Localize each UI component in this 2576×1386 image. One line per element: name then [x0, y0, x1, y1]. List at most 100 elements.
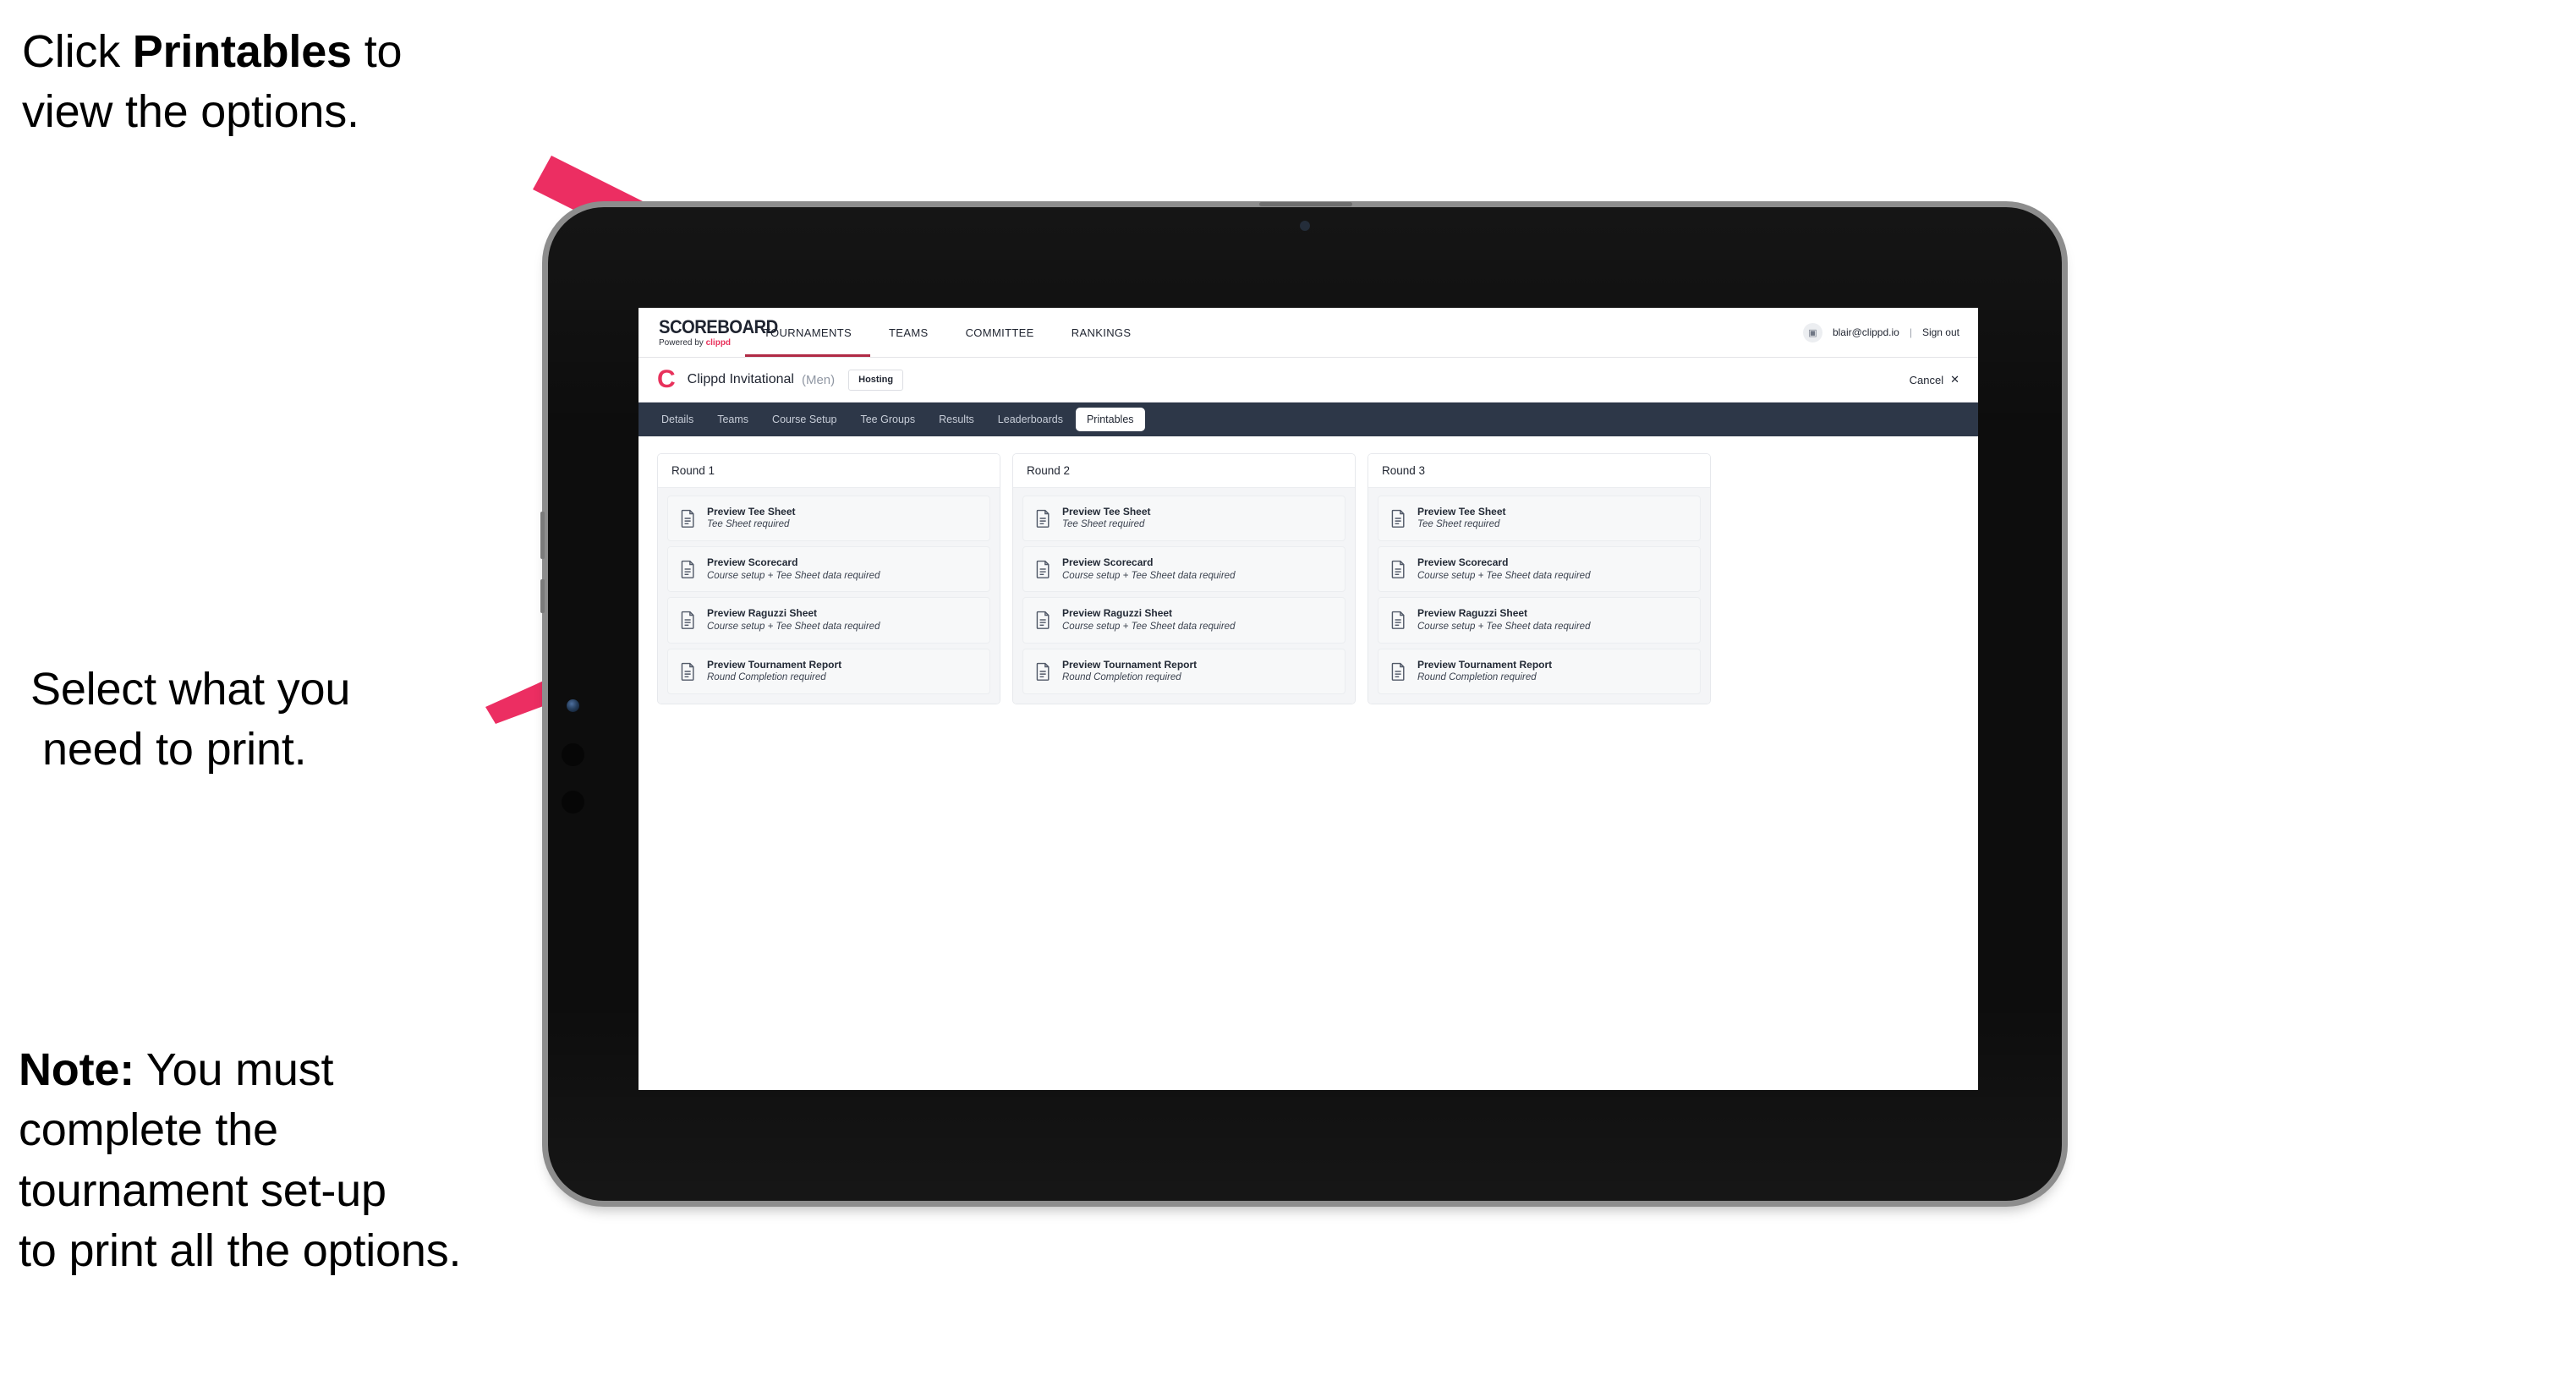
list-item[interactable]: Preview Tournament Report Round Completi…	[1022, 648, 1346, 694]
list-item[interactable]: Preview Tee Sheet Tee Sheet required	[1378, 496, 1701, 542]
annotation-click-suffix: to	[351, 26, 403, 77]
device-bezel-notch-lower	[540, 579, 545, 613]
list-item-text: Preview Tournament Report Round Completi…	[1417, 659, 1552, 684]
document-icon	[1391, 662, 1405, 681]
cancel-label: Cancel	[1909, 373, 1944, 386]
account-separator: |	[1909, 326, 1912, 338]
tab-teams[interactable]: Teams	[706, 408, 759, 431]
list-item-title: Preview Scorecard	[707, 556, 798, 569]
document-icon	[1036, 509, 1050, 529]
document-icon	[681, 509, 694, 529]
device-bezel-notch-upper	[540, 512, 545, 559]
account-email: blair@clippd.io	[1832, 326, 1899, 338]
list-item-title: Preview Tee Sheet	[1062, 506, 1151, 518]
document-icon	[681, 561, 694, 579]
tablet-device: SCOREBOARD Powered by clippd TOURNAMENTS…	[540, 202, 2062, 1201]
tab-tee-groups[interactable]: Tee Groups	[849, 408, 926, 431]
scoreboard-wordmark: SCOREBOARD	[659, 315, 778, 337]
sign-out-link[interactable]: Sign out	[1922, 326, 1959, 338]
list-item-subtitle: Course setup + Tee Sheet data required	[707, 621, 880, 632]
list-item-subtitle: Round Completion required	[707, 671, 826, 682]
tab-leaderboards[interactable]: Leaderboards	[987, 408, 1074, 431]
list-item[interactable]: Preview Scorecard Course setup + Tee She…	[667, 546, 990, 593]
tab-results[interactable]: Results	[928, 408, 985, 431]
nav-item-tournaments[interactable]: TOURNAMENTS	[745, 308, 871, 357]
list-item-title: Preview Tee Sheet	[1417, 506, 1506, 518]
list-item-title: Preview Tournament Report	[1417, 658, 1553, 671]
list-item-text: Preview Scorecard Course setup + Tee She…	[707, 556, 880, 582]
round-items-list: Preview Tee Sheet Tee Sheet required Pre…	[1013, 488, 1355, 704]
annotation-click-line2: view the options.	[22, 86, 359, 138]
list-item-text: Preview Tournament Report Round Completi…	[1062, 659, 1197, 684]
annotation-note-line1: You must	[134, 1044, 334, 1095]
list-item-subtitle: Round Completion required	[1417, 671, 1537, 682]
powered-by-prefix: Powered by	[659, 337, 706, 348]
avatar[interactable]: ▣	[1802, 322, 1822, 342]
list-item-subtitle: Course setup + Tee Sheet data required	[1062, 570, 1236, 581]
device-speaker	[1259, 202, 1353, 206]
list-item[interactable]: Preview Tee Sheet Tee Sheet required	[667, 496, 990, 542]
list-item-text: Preview Tee Sheet Tee Sheet required	[1417, 506, 1506, 531]
device-front-camera-icon	[1300, 221, 1310, 231]
list-item-subtitle: Round Completion required	[1062, 671, 1181, 682]
annotation-select-print: Select what you need to print.	[30, 660, 555, 781]
list-item[interactable]: Preview Raguzzi Sheet Course setup + Tee…	[1022, 597, 1346, 644]
list-item-title: Preview Raguzzi Sheet	[1062, 607, 1173, 620]
list-item[interactable]: Preview Raguzzi Sheet Course setup + Tee…	[667, 597, 990, 644]
nav-item-rankings[interactable]: RANKINGS	[1053, 308, 1150, 357]
list-item-title: Preview Raguzzi Sheet	[707, 607, 818, 620]
nav-item-teams[interactable]: TEAMS	[870, 308, 947, 357]
round-title: Round 2	[1013, 454, 1355, 488]
list-item-subtitle: Tee Sheet required	[707, 519, 790, 530]
app-screen: SCOREBOARD Powered by clippd TOURNAMENTS…	[639, 308, 1978, 1090]
clippd-logo-icon: C	[657, 365, 676, 393]
list-item[interactable]: Preview Scorecard Course setup + Tee She…	[1378, 546, 1701, 593]
list-item-title: Preview Tournament Report	[1062, 658, 1198, 671]
list-item-text: Preview Scorecard Course setup + Tee She…	[1062, 556, 1235, 582]
scoreboard-logo[interactable]: SCOREBOARD Powered by clippd	[639, 308, 778, 357]
list-item-subtitle: Course setup + Tee Sheet data required	[1062, 621, 1236, 632]
list-item-title: Preview Scorecard	[1062, 556, 1154, 569]
clippd-brand-word: clippd	[705, 337, 732, 348]
list-item[interactable]: Preview Scorecard Course setup + Tee She…	[1022, 546, 1346, 593]
document-icon	[1036, 561, 1050, 579]
document-icon	[1391, 611, 1405, 630]
annotation-note-bold: Note:	[19, 1044, 134, 1095]
section-tab-bar: Details Teams Course Setup Tee Groups Re…	[639, 403, 1978, 436]
document-icon	[1036, 662, 1050, 681]
list-item-text: Preview Scorecard Course setup + Tee She…	[1417, 556, 1590, 582]
close-icon: ✕	[1950, 373, 1959, 386]
list-item-text: Preview Raguzzi Sheet Course setup + Tee…	[707, 607, 880, 633]
tab-details[interactable]: Details	[650, 408, 704, 431]
device-volume-up-button[interactable]	[562, 743, 584, 766]
powered-by-clippd: Powered by clippd	[659, 337, 731, 348]
tournament-bar: C Clippd Invitational (Men) Hosting Canc…	[639, 358, 1978, 403]
document-icon	[681, 611, 694, 630]
annotation-click-bold: Printables	[132, 26, 352, 77]
list-item-subtitle: Tee Sheet required	[1062, 519, 1145, 530]
list-item-text: Preview Tournament Report Round Completi…	[707, 659, 841, 684]
list-item[interactable]: Preview Tournament Report Round Completi…	[1378, 648, 1701, 694]
tab-printables[interactable]: Printables	[1075, 408, 1145, 431]
list-item[interactable]: Preview Tee Sheet Tee Sheet required	[1022, 496, 1346, 542]
round-card: Round 3 Preview Tee Sheet Tee Sheet requ…	[1367, 453, 1711, 704]
tournament-name: Clippd Invitational	[687, 372, 794, 386]
list-item-subtitle: Course setup + Tee Sheet data required	[707, 570, 880, 581]
annotation-select-line1: Select what you	[30, 664, 351, 715]
round-card: Round 2 Preview Tee Sheet Tee Sheet requ…	[1012, 453, 1356, 704]
device-side-camera-icon	[567, 699, 579, 712]
list-item-subtitle: Course setup + Tee Sheet data required	[1417, 570, 1591, 581]
account-area: ▣ blair@clippd.io | Sign out	[1802, 308, 1978, 357]
list-item[interactable]: Preview Tournament Report Round Completi…	[667, 648, 990, 694]
list-item-subtitle: Course setup + Tee Sheet data required	[1417, 621, 1591, 632]
list-item-subtitle: Tee Sheet required	[1417, 519, 1500, 530]
cancel-button[interactable]: Cancel ✕	[1910, 373, 1959, 386]
round-items-list: Preview Tee Sheet Tee Sheet required Pre…	[658, 488, 1000, 704]
list-item[interactable]: Preview Raguzzi Sheet Course setup + Tee…	[1378, 597, 1701, 644]
tab-course-setup[interactable]: Course Setup	[761, 408, 847, 431]
document-icon	[1391, 509, 1405, 529]
document-icon	[1391, 561, 1405, 579]
document-icon	[681, 662, 694, 681]
device-volume-down-button[interactable]	[562, 791, 584, 814]
nav-item-committee[interactable]: COMMITTEE	[947, 308, 1053, 357]
